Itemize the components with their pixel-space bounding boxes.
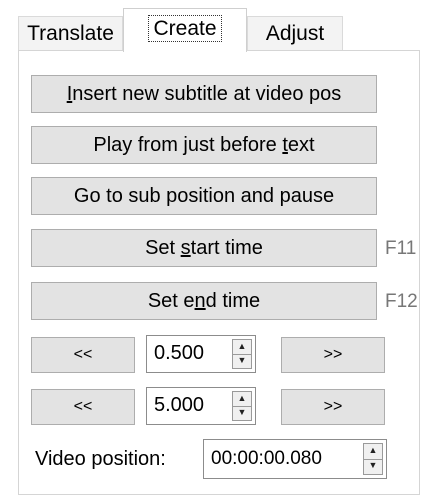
spin-down-icon[interactable]: ▼: [364, 459, 382, 474]
spin-up-icon[interactable]: ▲: [364, 444, 382, 460]
row2-forward-button[interactable]: >>: [281, 389, 385, 425]
set-start-mnemonic: s: [180, 237, 191, 259]
video-position-spin-buttons: ▲ ▼: [363, 443, 383, 475]
set-start-label-pre: Set: [145, 237, 181, 259]
set-end-label-pre: Set e: [147, 290, 195, 312]
tab-translate[interactable]: Translate: [18, 16, 123, 50]
spin-down-icon[interactable]: ▼: [233, 354, 251, 368]
row2-spin-buttons: ▲ ▼: [232, 391, 252, 421]
create-panel: Insert new subtitle at video pos Play fr…: [18, 50, 420, 495]
video-position-value[interactable]: 00:00:00.080: [211, 448, 322, 470]
row1-spin-buttons: ▲ ▼: [232, 339, 252, 369]
video-position-spinner[interactable]: 00:00:00.080 ▲ ▼: [203, 439, 387, 479]
play-before-text-button[interactable]: Play from just before text: [31, 126, 377, 164]
spin-up-icon[interactable]: ▲: [233, 392, 251, 407]
row2-seconds-spinner[interactable]: 5.000 ▲ ▼: [146, 387, 256, 425]
set-end-time-button[interactable]: Set end time: [31, 282, 377, 320]
row1-back-button[interactable]: <<: [31, 337, 135, 373]
video-position-label: Video position:: [35, 448, 166, 470]
spin-down-icon[interactable]: ▼: [233, 406, 251, 420]
go-to-sub-position-button[interactable]: Go to sub position and pause: [31, 177, 377, 215]
row1-seconds-spinner[interactable]: 0.500 ▲ ▼: [146, 335, 256, 373]
play-before-label-post: ext: [287, 134, 315, 156]
row1-forward-button[interactable]: >>: [281, 337, 385, 373]
row2-seconds-value[interactable]: 5.000: [154, 394, 204, 417]
go-to-sub-label: Go to sub position and pause: [73, 185, 335, 207]
set-end-mnemonic: n: [194, 290, 206, 312]
set-start-label-post: tart time: [190, 237, 263, 259]
set-start-shortcut: F11: [385, 238, 417, 259]
tab-adjust[interactable]: Adjust: [247, 16, 343, 50]
spin-up-icon[interactable]: ▲: [233, 340, 251, 355]
row2-back-button[interactable]: <<: [31, 389, 135, 425]
insert-subtitle-label: nsert new subtitle at video pos: [72, 83, 342, 105]
play-before-label-pre: Play from just before: [93, 134, 283, 156]
set-start-time-button[interactable]: Set start time: [31, 229, 377, 267]
set-end-label-post: d time: [205, 290, 261, 312]
row1-seconds-value[interactable]: 0.500: [154, 342, 204, 365]
insert-subtitle-button[interactable]: Insert new subtitle at video pos: [31, 75, 377, 113]
set-end-shortcut: F12: [385, 291, 418, 312]
tab-create[interactable]: Create: [123, 8, 247, 52]
tab-create-label: Create: [148, 15, 222, 42]
